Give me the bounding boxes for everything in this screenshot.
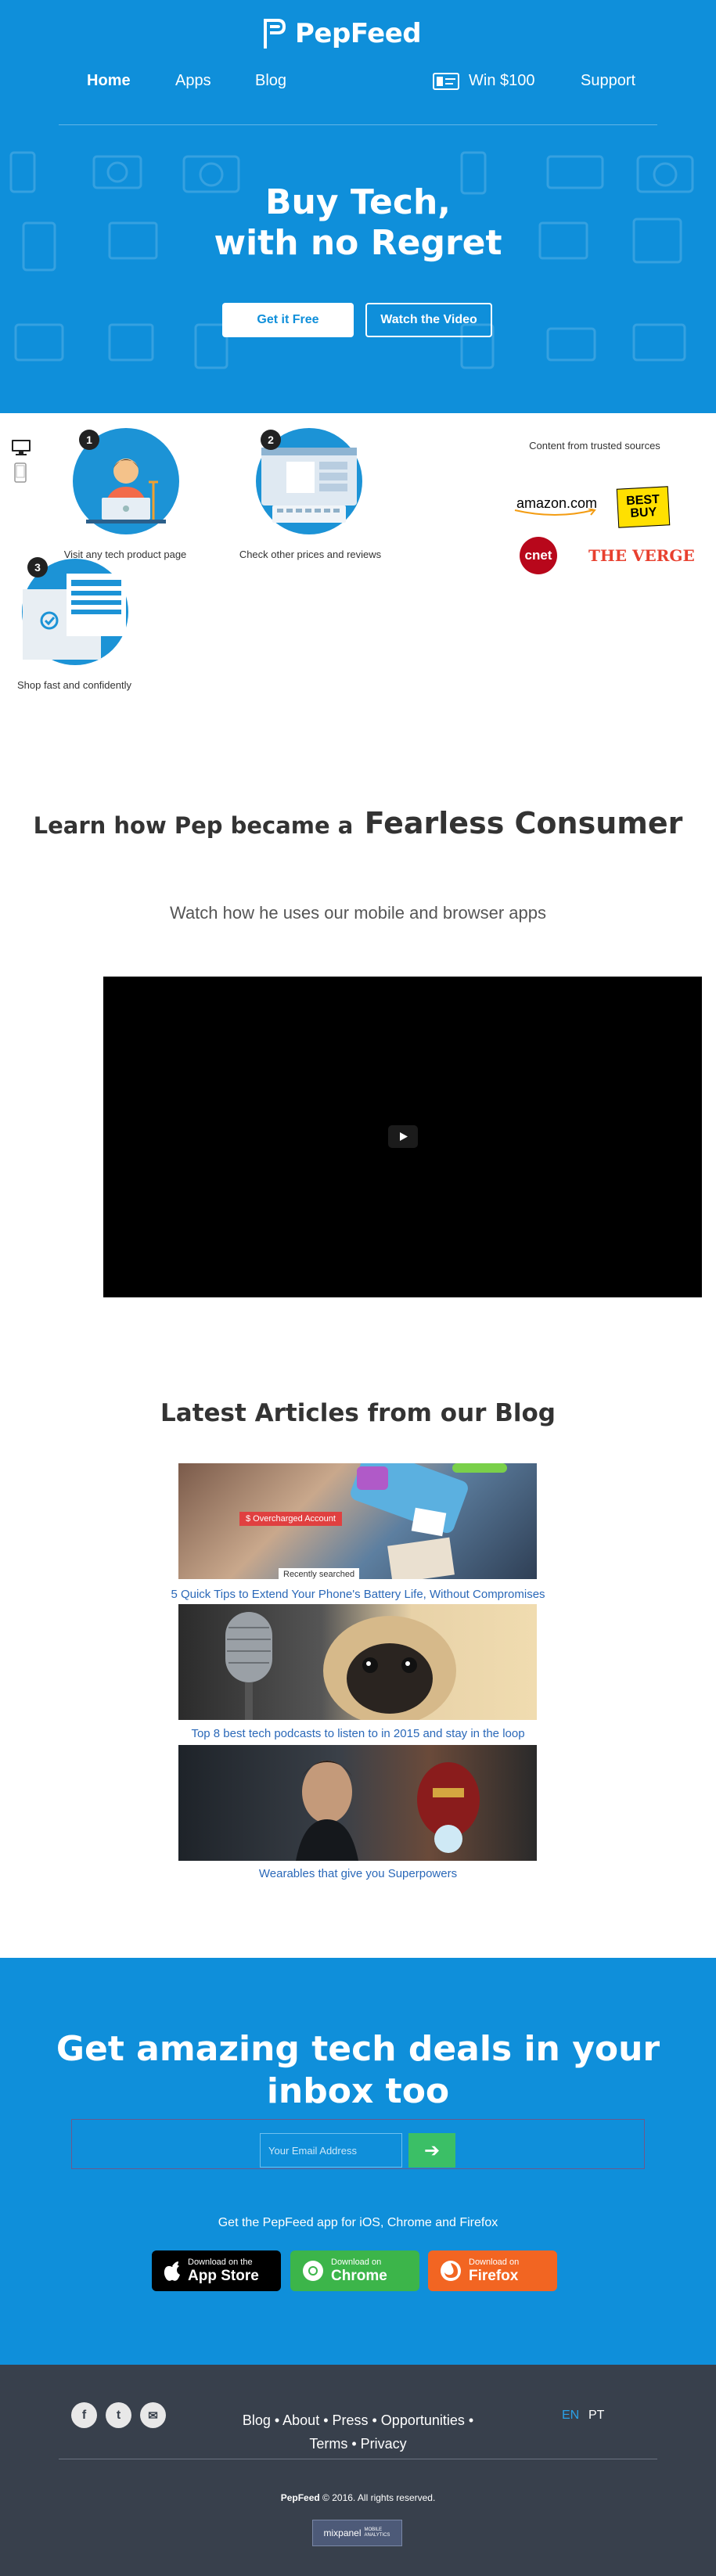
pepfeed-logo-icon bbox=[264, 19, 286, 49]
step3-label: Shop fast and confidently bbox=[17, 679, 131, 691]
footer-links: Blog • About • Press • Opportunities • T… bbox=[223, 2409, 493, 2455]
article3-image[interactable] bbox=[178, 1745, 537, 1861]
step2-badge: 2 bbox=[261, 430, 281, 450]
learn-heading-bold: Fearless Consumer bbox=[364, 806, 683, 840]
newsletter-section: Get amazing tech deals in your inbox too… bbox=[0, 1958, 716, 2365]
pug-microphone-illustration bbox=[225, 1612, 456, 1720]
article2-link[interactable]: Top 8 best tech podcasts to listen to in… bbox=[0, 1727, 716, 1740]
copyright: PepFeed © 2016. All rights reserved. bbox=[0, 2492, 716, 2503]
hero-title: Buy Tech, with no Regret bbox=[0, 182, 716, 264]
play-button[interactable] bbox=[388, 1125, 418, 1148]
copyright-text: © 2016. All rights reserved. bbox=[322, 2492, 436, 2503]
the-verge-logo: THE VERGE bbox=[588, 546, 695, 565]
get-it-free-button[interactable]: Get it Free bbox=[222, 303, 354, 337]
mixpanel-text: MOBILE ANALYTICS bbox=[364, 2527, 390, 2538]
app-store-big: App Store bbox=[188, 2268, 259, 2284]
nav-divider bbox=[59, 124, 657, 125]
nav-win-label: Win $100 bbox=[469, 72, 535, 89]
best-buy-text: BEST BUY bbox=[625, 492, 660, 520]
learn-subtitle: Watch how he uses our mobile and browser… bbox=[170, 903, 546, 923]
pepfeed-logo[interactable]: PepFeed bbox=[261, 14, 422, 53]
firefox-store-text: Download on Firefox bbox=[469, 2258, 519, 2284]
hero-title-line2: with no Regret bbox=[214, 223, 502, 263]
newsletter-form: Your Email Address ➔ bbox=[71, 2119, 645, 2169]
email-input[interactable]: Your Email Address bbox=[260, 2133, 402, 2168]
article1-overlay-alert: $ Overcharged Account bbox=[239, 1512, 342, 1526]
hero-section: PepFeed Home Apps Blog Win $100 Support … bbox=[0, 0, 716, 413]
nav-home[interactable]: Home bbox=[87, 72, 131, 90]
article3-link[interactable]: Wearables that give you Superpowers bbox=[0, 1867, 716, 1880]
footer: f t ✉ Blog • About • Press • Opportuniti… bbox=[0, 2365, 716, 2576]
chrome-store-small: Download on bbox=[331, 2258, 382, 2267]
nav-win-100[interactable]: Win $100 bbox=[433, 72, 535, 90]
app-store-small: Download on the bbox=[188, 2258, 253, 2267]
hero-title-line1: Buy Tech, bbox=[265, 182, 451, 222]
app-store-button[interactable]: Download on the App Store bbox=[152, 2250, 281, 2291]
best-buy-logo: BEST BUY bbox=[616, 486, 671, 528]
nav-support[interactable]: Support bbox=[581, 72, 635, 90]
article1-link[interactable]: 5 Quick Tips to Extend Your Phone's Batt… bbox=[0, 1588, 716, 1601]
apps-text: Get the PepFeed app for iOS, Chrome and … bbox=[218, 2216, 498, 2229]
lang-en[interactable]: EN bbox=[562, 2409, 579, 2423]
firefox-store-small: Download on bbox=[469, 2258, 520, 2267]
article1-overlay-search: Recently searched bbox=[279, 1568, 360, 1579]
learn-heading: Learn how Pep became a Fearless Consumer bbox=[0, 806, 716, 840]
nav-blog[interactable]: Blog bbox=[255, 72, 286, 90]
step1-badge: 1 bbox=[79, 430, 99, 450]
chrome-store-text: Download on Chrome bbox=[331, 2258, 387, 2284]
newsletter-title: Get amazing tech deals in your inbox too bbox=[56, 2029, 660, 2111]
facebook-icon[interactable]: f bbox=[71, 2402, 97, 2428]
video-player[interactable] bbox=[103, 977, 702, 1297]
chrome-store-button[interactable]: Download on Chrome bbox=[290, 2250, 419, 2291]
footer-links-row1[interactable]: Blog • About • Press • Opportunities • bbox=[223, 2409, 493, 2432]
article1-image[interactable]: $ Overcharged Account Recently searched bbox=[178, 1463, 537, 1579]
apple-icon bbox=[164, 2261, 180, 2281]
firefox-icon bbox=[441, 2261, 461, 2281]
firefox-store-button[interactable]: Download on Firefox bbox=[428, 2250, 557, 2291]
chrome-store-big: Chrome bbox=[331, 2268, 387, 2284]
superhero-suit-illustration bbox=[296, 1761, 480, 1861]
learn-heading-light: Learn how Pep became a bbox=[33, 812, 354, 839]
email-submit-button[interactable]: ➔ bbox=[408, 2133, 455, 2168]
phone-hand-illustration bbox=[351, 1463, 507, 1579]
ticket-icon bbox=[433, 72, 459, 90]
step2-label: Check other prices and reviews bbox=[239, 549, 382, 560]
trusted-sources-title: Content from trusted sources bbox=[529, 440, 660, 452]
step3-badge: 3 bbox=[27, 557, 48, 577]
footer-links-row2[interactable]: Terms • Privacy bbox=[223, 2432, 493, 2455]
firefox-store-big: Firefox bbox=[469, 2268, 519, 2284]
logo-text: PepFeed bbox=[295, 18, 422, 49]
amazon-smile-icon bbox=[514, 509, 596, 516]
watch-video-button[interactable]: Watch the Video bbox=[365, 303, 492, 337]
twitter-icon[interactable]: t bbox=[106, 2402, 131, 2428]
email-icon[interactable]: ✉ bbox=[140, 2402, 166, 2428]
cnet-logo: cnet bbox=[520, 537, 557, 574]
nav-apps[interactable]: Apps bbox=[175, 72, 211, 90]
copyright-brand: PepFeed bbox=[280, 2492, 320, 2503]
mobile-icon[interactable] bbox=[14, 462, 27, 483]
mixpanel-badge[interactable]: mixpanel MOBILE ANALYTICS bbox=[312, 2520, 402, 2546]
article2-image[interactable] bbox=[178, 1604, 537, 1720]
desktop-icon[interactable] bbox=[11, 439, 31, 456]
play-icon bbox=[400, 1132, 408, 1141]
blog-section-title: Latest Articles from our Blog bbox=[160, 1399, 556, 1427]
lang-pt[interactable]: PT bbox=[588, 2409, 604, 2423]
mixpanel-brand: mixpanel bbox=[323, 2527, 362, 2538]
arrow-right-icon: ➔ bbox=[423, 2139, 441, 2161]
app-store-text: Download on the App Store bbox=[188, 2258, 259, 2284]
chrome-icon bbox=[303, 2261, 323, 2281]
device-pattern-background bbox=[9, 151, 694, 369]
